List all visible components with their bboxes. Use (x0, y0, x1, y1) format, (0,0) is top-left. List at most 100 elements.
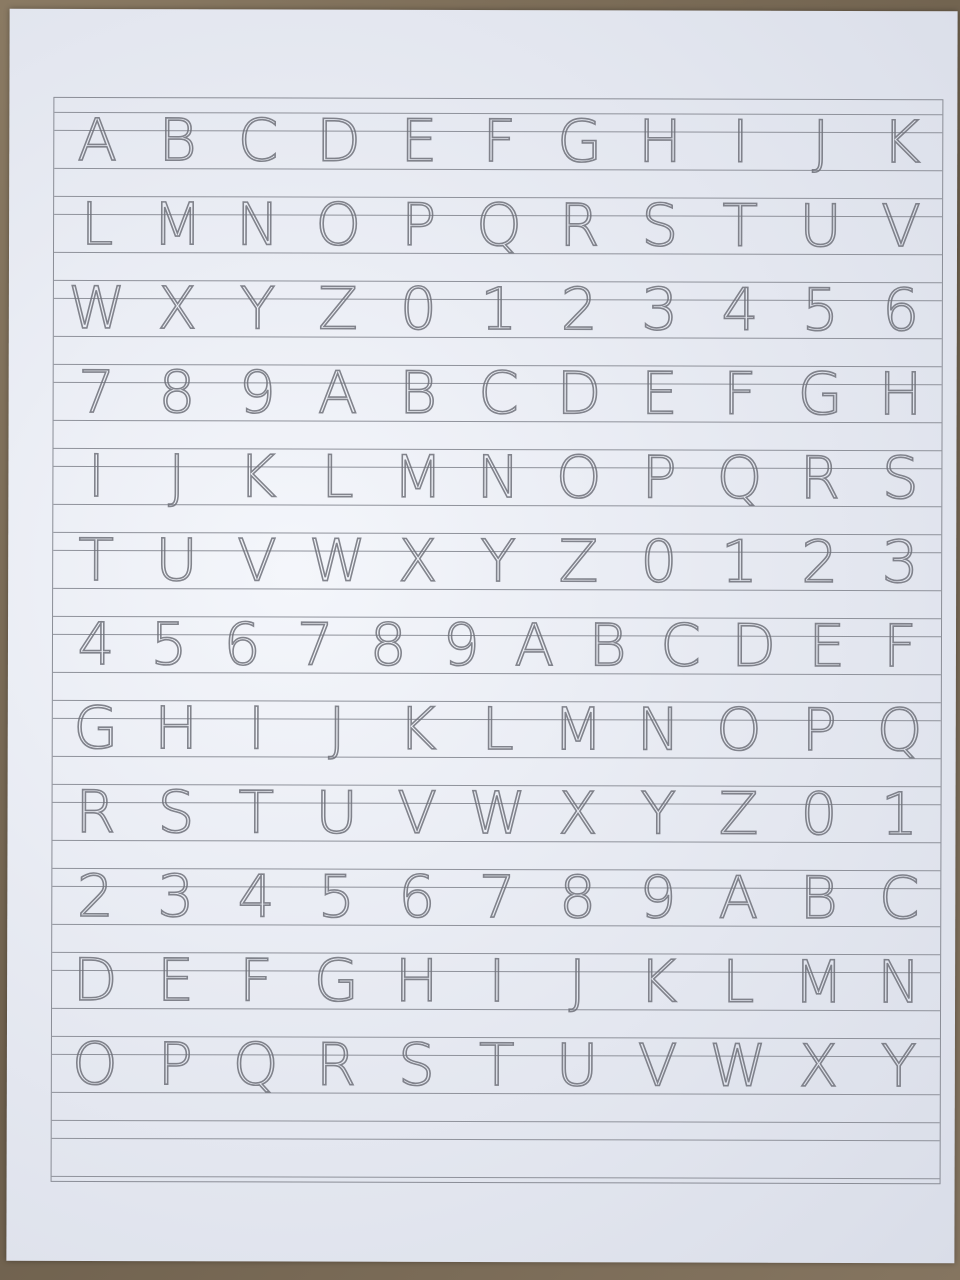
handwritten-character: L (321, 442, 355, 512)
handwritten-character: D (315, 106, 361, 176)
handwritten-character: 0 (399, 274, 438, 344)
handwritten-character: 5 (150, 609, 189, 679)
handwritten-character: B (158, 105, 198, 175)
handwritten-character: J (568, 946, 587, 1016)
handwritten-character: F (722, 359, 757, 429)
handwritten-character: B (588, 610, 628, 680)
handwritten-character: 1 (880, 779, 919, 849)
handwritten-character: 4 (721, 275, 760, 345)
practice-row: RSTUVWXYZ01 (60, 777, 934, 849)
handwritten-character: C (659, 611, 701, 681)
handwritten-character: J (167, 441, 186, 511)
handwritten-character: P (400, 190, 437, 260)
handwritten-character: W (708, 1031, 767, 1101)
handwritten-character: 6 (223, 610, 262, 680)
handwritten-character: X (156, 273, 198, 343)
handwritten-character: 9 (238, 358, 277, 428)
handwritten-character: R (74, 777, 116, 847)
handwritten-character: 8 (369, 610, 408, 680)
handwritten-character: R (799, 443, 841, 513)
handwritten-character: A (514, 610, 555, 680)
practice-row: OPQRSTUVWXY (60, 1029, 934, 1101)
handwritten-character: Q (232, 1030, 279, 1100)
handwritten-character: D (556, 358, 602, 428)
handwritten-character: 8 (558, 862, 597, 932)
handwritten-character: U (555, 1030, 599, 1100)
handwritten-character: 3 (640, 275, 679, 345)
handwritten-character: G (556, 106, 603, 176)
handwritten-character: 5 (317, 862, 356, 932)
handwritten-character: 2 (800, 527, 839, 597)
handwritten-character: G (313, 946, 360, 1016)
handwritten-character: W (468, 778, 527, 848)
handwritten-character: H (153, 693, 199, 763)
handwritten-character: Q (475, 190, 522, 260)
handwritten-character: Z (718, 779, 760, 849)
practice-row: 789ABCDEFGH (62, 357, 936, 429)
handwritten-character: V (637, 1031, 678, 1101)
handwritten-character: H (878, 359, 923, 429)
handwritten-character: T (238, 778, 275, 848)
handwritten-character: Q (716, 443, 763, 513)
practice-row: 456789ABCDEF (61, 609, 935, 681)
handwritten-character: M (152, 189, 204, 259)
handwritten-character: K (638, 947, 678, 1017)
handwritten-character: T (78, 525, 115, 595)
handwritten-character: 0 (640, 527, 679, 597)
handwritten-character: B (398, 358, 438, 428)
handwritten-character: D (730, 611, 777, 681)
practice-row: WXYZ0123456 (62, 273, 936, 345)
handwritten-character: 4 (237, 862, 276, 932)
practice-row: LMNOPQRSTUV (62, 189, 936, 261)
handwritten-character: K (397, 694, 437, 764)
handwritten-character: O (315, 190, 362, 260)
practice-row: ABCDEFGHIJK (62, 105, 936, 177)
handwritten-character: G (72, 693, 119, 763)
handwritten-character: 7 (77, 357, 116, 427)
handwritten-character: S (881, 443, 920, 513)
handwritten-character: E (156, 945, 194, 1015)
handwritten-character: P (157, 1029, 194, 1099)
handwritten-character: C (477, 358, 519, 428)
handwritten-character: 1 (479, 274, 518, 344)
handwritten-character: D (72, 945, 118, 1015)
handwritten-character: A (77, 105, 118, 175)
handwritten-character: Y (640, 779, 677, 849)
handwritten-character: E (640, 359, 678, 429)
handwritten-character: I (488, 946, 507, 1016)
handwritten-character: T (722, 191, 759, 261)
handwritten-character: T (478, 1030, 515, 1100)
handwritten-character: L (481, 694, 515, 764)
handwritten-character: C (237, 106, 279, 176)
handwritten-character: F (238, 946, 273, 1016)
handwritten-character: 7 (478, 862, 517, 932)
handwritten-character: I (247, 694, 266, 764)
handwritten-character: C (878, 863, 920, 933)
handwritten-character: R (558, 190, 600, 260)
handwritten-character: K (237, 442, 277, 512)
handwritten-character: Z (317, 274, 359, 344)
handwritten-character: 6 (881, 275, 920, 345)
handwritten-character: F (882, 611, 917, 681)
practice-row: IJKLMNOPQRS (61, 441, 935, 513)
handwritten-character: J (811, 107, 830, 177)
handwritten-character: N (476, 442, 521, 512)
handwritten-character: W (67, 273, 126, 343)
handwritten-character: Y (480, 526, 517, 596)
handwritten-character: O (715, 695, 762, 765)
practice-row: GHIJKLMNOPQ (61, 693, 935, 765)
handwritten-character: Y (880, 1031, 917, 1101)
handwritten-character: J (327, 694, 346, 764)
handwritten-character: B (799, 863, 839, 933)
handwritten-character: F (482, 106, 517, 176)
practice-row: DEFGHIJKLMN (60, 945, 934, 1017)
practice-row: 23456789ABC (60, 861, 934, 933)
handwritten-character: P (641, 443, 678, 513)
handwritten-character: M (392, 442, 444, 512)
handwritten-character: W (308, 526, 367, 596)
handwritten-character: M (552, 694, 604, 764)
handwritten-character: N (636, 695, 681, 765)
handwritten-character: 8 (158, 357, 197, 427)
handwritten-character: S (397, 1030, 436, 1100)
handwritten-character: N (876, 947, 921, 1017)
